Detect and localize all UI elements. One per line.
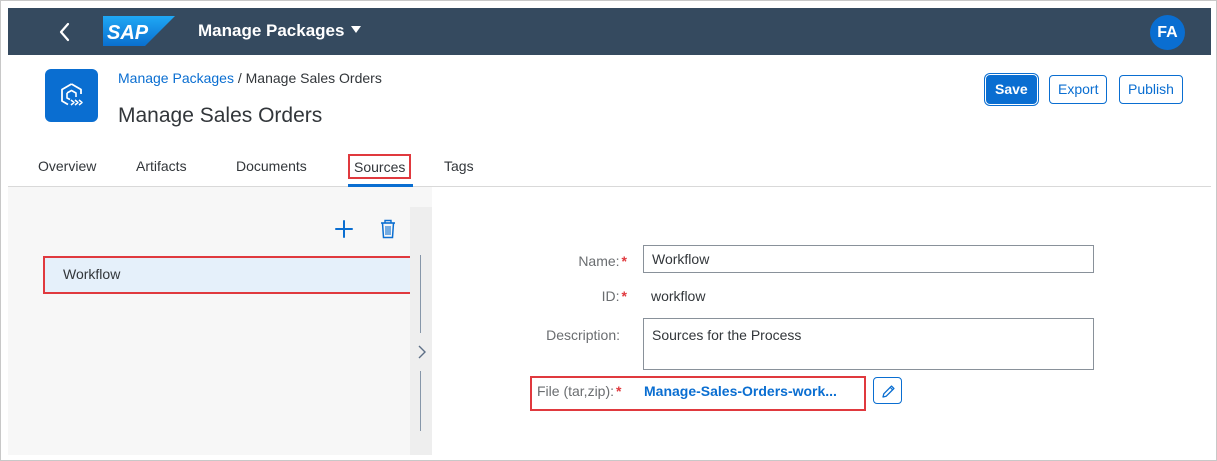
trash-icon: [381, 219, 395, 239]
description-label: Description:: [546, 327, 620, 343]
object-header: Manage Packages / Manage Sales Orders Ma…: [8, 55, 1211, 187]
id-value: workflow: [651, 288, 706, 304]
breadcrumb-link-manage-packages[interactable]: Manage Packages: [118, 70, 234, 86]
pencil-icon: [882, 385, 895, 398]
tab-bar: Overview Artifacts Documents Sources Tag…: [8, 151, 1211, 187]
file-label: File (tar,zip): *: [537, 383, 622, 399]
source-detail-form: Name: * Workflow ID: * workflow Descriptio…: [432, 187, 1211, 455]
tab-sources[interactable]: Sources: [348, 154, 412, 179]
id-label: ID: *: [601, 288, 627, 304]
chevron-left-icon: [59, 22, 70, 42]
app-title: Manage Packages: [198, 21, 345, 40]
breadcrumb-separator: /: [233, 70, 246, 86]
tab-documents[interactable]: Documents: [236, 158, 307, 174]
description-textarea[interactable]: Sources for the Process: [643, 318, 1094, 370]
chevron-right-icon[interactable]: [417, 343, 427, 361]
file-download-link[interactable]: Manage-Sales-Orders-work...: [644, 383, 837, 399]
required-marker: *: [621, 288, 627, 304]
user-avatar[interactable]: FA: [1150, 15, 1185, 50]
sap-logo-text: SAP: [107, 22, 149, 44]
required-marker: *: [616, 383, 622, 399]
pane-splitter[interactable]: [410, 207, 432, 455]
page-title: Manage Sales Orders: [118, 104, 323, 127]
required-marker: *: [621, 253, 627, 269]
content-area: Workflow Name: * Workflow ID: * workflow D…: [8, 187, 1211, 455]
tab-artifacts[interactable]: Artifacts: [136, 158, 187, 174]
edit-file-button[interactable]: [873, 377, 902, 404]
shell-bar: SAP Manage Packages FA: [8, 8, 1211, 55]
tab-overview[interactable]: Overview: [38, 158, 96, 174]
caret-down-icon: [351, 26, 362, 34]
sources-list-pane: Workflow: [8, 187, 412, 455]
plus-icon: [335, 220, 353, 238]
save-button[interactable]: Save: [986, 75, 1037, 104]
breadcrumb: Manage Packages / Manage Sales Orders: [118, 70, 382, 86]
publish-button[interactable]: Publish: [1119, 75, 1183, 104]
splitter-line-top: [420, 255, 421, 333]
splitter-line-bottom: [420, 371, 421, 431]
tab-tags[interactable]: Tags: [444, 158, 474, 174]
name-input[interactable]: Workflow: [643, 245, 1094, 273]
package-icon: [45, 69, 98, 122]
sap-logo: SAP: [103, 16, 175, 46]
source-list-item-workflow[interactable]: Workflow: [43, 256, 412, 294]
add-source-button[interactable]: [332, 217, 356, 241]
name-label: Name: *: [578, 253, 627, 269]
list-item-label: Workflow: [63, 266, 121, 282]
back-button[interactable]: [54, 19, 76, 45]
delete-source-button[interactable]: [378, 218, 402, 242]
app-frame: SAP Manage Packages FA Manage Packages /…: [0, 0, 1217, 461]
app-title-menu[interactable]: Manage Packages: [198, 21, 362, 41]
export-button[interactable]: Export: [1049, 75, 1108, 104]
breadcrumb-current: Manage Sales Orders: [245, 70, 382, 86]
